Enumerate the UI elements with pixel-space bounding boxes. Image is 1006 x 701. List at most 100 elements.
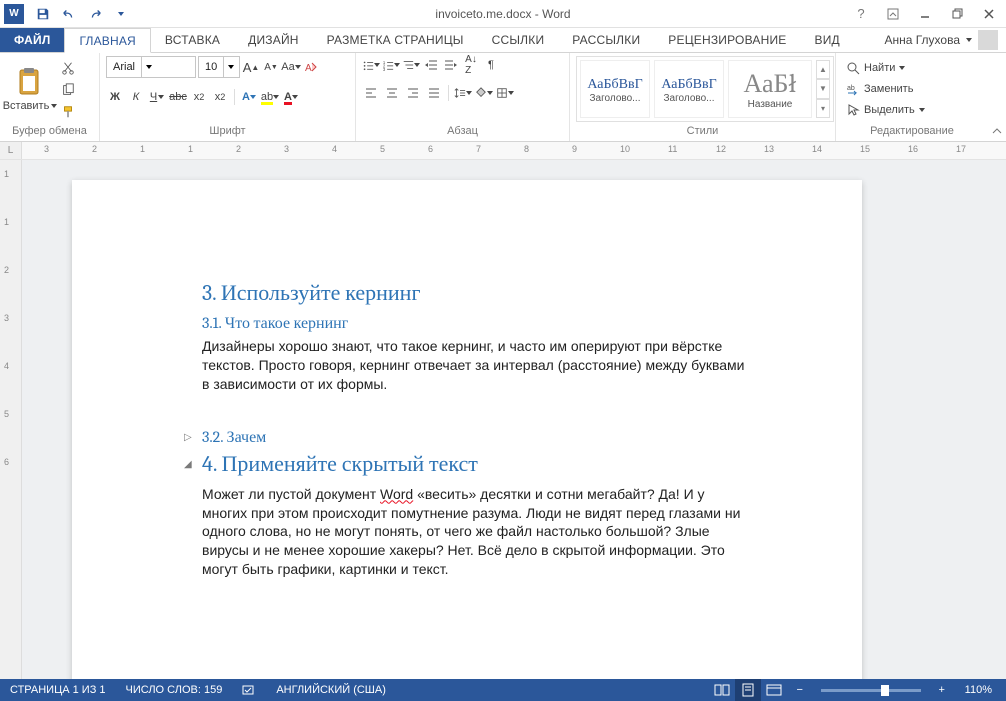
change-case-icon[interactable]: Aa (282, 58, 300, 76)
style-heading-1[interactable]: АаБбВвГЗаголово... (580, 60, 650, 118)
heading-3[interactable]: 3. Используйте кернинг (202, 280, 752, 306)
avatar (978, 30, 998, 50)
copy-icon[interactable] (58, 80, 78, 100)
tab-references[interactable]: ССЫЛКИ (478, 28, 559, 52)
grow-font-icon[interactable]: A▲ (242, 58, 260, 76)
replace-button[interactable]: abЗаменить (842, 79, 929, 99)
view-web-layout-icon[interactable] (761, 679, 787, 701)
group-editing: Найти abЗаменить Выделить Редактирование (836, 53, 988, 141)
heading-4[interactable]: 4. Применяйте скрытый текст (202, 451, 752, 477)
help-button[interactable]: ? (848, 4, 874, 24)
zoom-slider[interactable] (821, 689, 921, 692)
shading-icon[interactable] (475, 84, 493, 102)
tab-file[interactable]: ФАЙЛ (0, 28, 64, 52)
zoom-level[interactable]: 110% (955, 684, 1006, 696)
close-button[interactable] (976, 4, 1002, 24)
account-menu-icon (966, 38, 972, 42)
style-title[interactable]: АаБłНазвание (728, 60, 812, 118)
status-page[interactable]: СТРАНИЦА 1 ИЗ 1 (0, 679, 116, 701)
zoom-in-button[interactable]: + (929, 679, 955, 701)
paste-button[interactable]: Вставить (6, 56, 54, 122)
group-label-paragraph: Абзац (356, 123, 569, 141)
ribbon-display-options-icon[interactable] (880, 4, 906, 24)
justify-icon[interactable] (425, 84, 443, 102)
qat-customize-icon[interactable] (110, 3, 132, 25)
collapse-ribbon-icon[interactable] (988, 53, 1006, 141)
spellcheck-word[interactable]: Word (380, 486, 413, 502)
document-area[interactable]: 3. Используйте кернинг 3.1. Что такое ке… (22, 160, 1006, 679)
undo-icon[interactable] (58, 3, 80, 25)
redo-icon[interactable] (84, 3, 106, 25)
sort-icon[interactable]: A↓Z (462, 56, 480, 74)
title-bar: W invoiceto.me.docx - Word ? (0, 0, 1006, 28)
decrease-indent-icon[interactable] (422, 56, 440, 74)
view-read-mode-icon[interactable] (709, 679, 735, 701)
status-word-count[interactable]: ЧИСЛО СЛОВ: 159 (116, 679, 233, 701)
font-color-icon[interactable]: A (282, 88, 300, 106)
tab-design[interactable]: ДИЗАЙН (234, 28, 313, 52)
paragraph-kerning[interactable]: Дизайнеры хорошо знают, что такое кернин… (202, 337, 752, 394)
tab-view[interactable]: ВИД (801, 28, 854, 52)
shrink-font-icon[interactable]: A▼ (262, 58, 280, 76)
outline-expand-icon[interactable]: ▷ (184, 432, 192, 443)
select-button[interactable]: Выделить (842, 100, 929, 120)
heading-3-2[interactable]: 3.2. Зачем (202, 428, 752, 447)
align-right-icon[interactable] (404, 84, 422, 102)
numbering-icon[interactable]: 123 (382, 56, 400, 74)
style-heading-2[interactable]: АаБбВвГЗаголово... (654, 60, 724, 118)
minimize-button[interactable] (912, 4, 938, 24)
align-center-icon[interactable] (383, 84, 401, 102)
multilevel-list-icon[interactable] (402, 56, 420, 74)
status-language[interactable]: АНГЛИЙСКИЙ (США) (266, 679, 396, 701)
zoom-slider-thumb[interactable] (881, 685, 889, 696)
ruler-vertical[interactable]: 1123456 (0, 160, 22, 679)
styles-gallery[interactable]: АаБбВвГЗаголово... АаБбВвГЗаголово... Аа… (576, 56, 834, 122)
clipboard-icon (14, 66, 46, 98)
tab-mailings[interactable]: РАССЫЛКИ (558, 28, 654, 52)
tab-page-layout[interactable]: РАЗМЕТКА СТРАНИЦЫ (313, 28, 478, 52)
cut-icon[interactable] (58, 58, 78, 78)
underline-button[interactable]: Ч (148, 88, 166, 106)
ruler-corner[interactable]: L (0, 142, 22, 159)
outline-collapse-icon[interactable]: ◢ (184, 459, 192, 470)
group-clipboard: Вставить Буфер обмена (0, 53, 100, 141)
highlight-color-icon[interactable]: ab (261, 88, 279, 106)
align-left-icon[interactable] (362, 84, 380, 102)
clear-formatting-icon[interactable]: A (302, 58, 320, 76)
line-spacing-icon[interactable] (454, 84, 472, 102)
font-size-combo[interactable]: 10 (198, 56, 240, 78)
workspace: 1123456 3. Используйте кернинг 3.1. Что … (0, 160, 1006, 679)
tab-insert[interactable]: ВСТАВКА (151, 28, 234, 52)
increase-indent-icon[interactable] (442, 56, 460, 74)
bold-button[interactable]: Ж (106, 88, 124, 106)
restore-button[interactable] (944, 4, 970, 24)
heading-3-1[interactable]: 3.1. Что такое кернинг (202, 314, 752, 333)
group-font: Arial 10 A▲ A▼ Aa A Ж К Ч abc x2 x2 A ab… (100, 53, 356, 141)
quick-access-toolbar: W (0, 3, 132, 25)
show-marks-icon[interactable]: ¶ (482, 56, 500, 74)
superscript-button[interactable]: x2 (211, 88, 229, 106)
subscript-button[interactable]: x2 (190, 88, 208, 106)
page[interactable]: 3. Используйте кернинг 3.1. Что такое ке… (72, 180, 862, 679)
strikethrough-button[interactable]: abc (169, 88, 187, 106)
bullets-icon[interactable] (362, 56, 380, 74)
paste-label: Вставить (3, 100, 50, 112)
save-icon[interactable] (32, 3, 54, 25)
status-proofing-icon[interactable] (232, 679, 266, 701)
text-effects-icon[interactable]: A (240, 88, 258, 106)
view-print-layout-icon[interactable] (735, 679, 761, 701)
styles-scroll[interactable]: ▲▼▾ (816, 60, 830, 118)
paragraph-hidden-text[interactable]: Может ли пустой документ Word «весить» д… (202, 485, 752, 579)
group-label-font: Шрифт (100, 123, 355, 141)
account-area[interactable]: Анна Глухова (884, 28, 1006, 52)
tab-review[interactable]: РЕЦЕНЗИРОВАНИЕ (654, 28, 800, 52)
zoom-out-button[interactable]: − (787, 679, 813, 701)
tab-home[interactable]: ГЛАВНАЯ (64, 28, 150, 53)
ruler-horizontal[interactable]: L 3211234567891011121314151617 (0, 142, 1006, 160)
find-button[interactable]: Найти (842, 58, 929, 78)
status-bar: СТРАНИЦА 1 ИЗ 1 ЧИСЛО СЛОВ: 159 АНГЛИЙСК… (0, 679, 1006, 701)
borders-icon[interactable] (496, 84, 514, 102)
italic-button[interactable]: К (127, 88, 145, 106)
font-name-combo[interactable]: Arial (106, 56, 196, 78)
format-painter-icon[interactable] (58, 102, 78, 122)
